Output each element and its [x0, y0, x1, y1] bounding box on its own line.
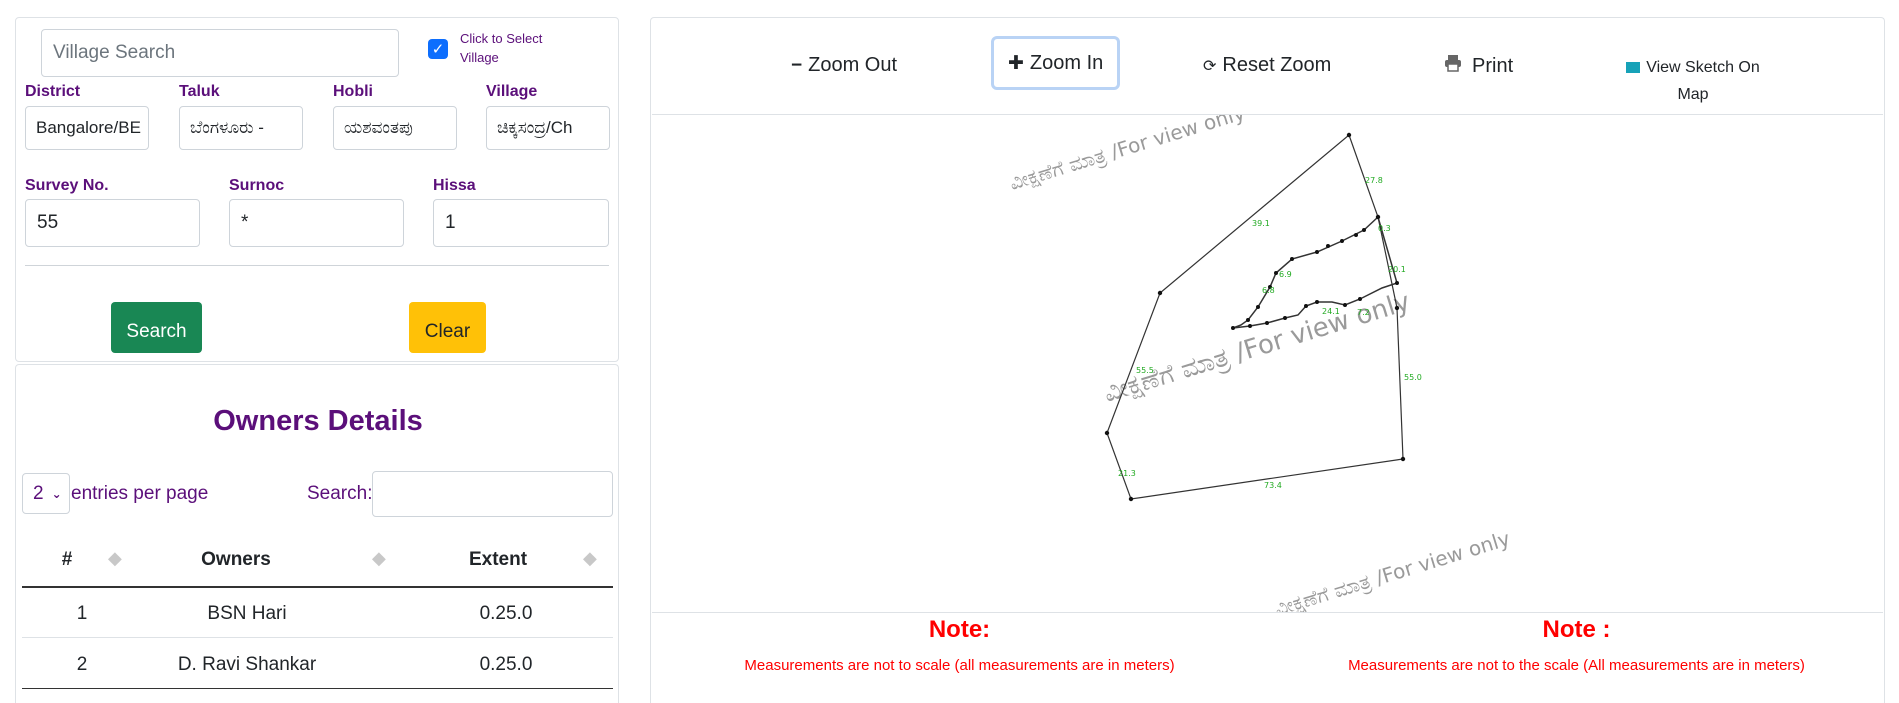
measurement-label: 73.4 — [1264, 481, 1282, 490]
district-label: District — [25, 83, 81, 100]
map-icon — [1626, 62, 1641, 73]
table-search-label: Search: — [307, 483, 373, 504]
search-button[interactable]: Search — [111, 302, 202, 353]
survey-label: Survey No. — [25, 177, 109, 194]
owner-extent: 0.25.0 — [479, 603, 533, 624]
hissa-label: Hissa — [433, 177, 476, 194]
village-search-input[interactable]: Village Search — [41, 29, 399, 77]
row-divider — [22, 688, 613, 689]
sort-icon[interactable]: ◆ — [108, 548, 122, 569]
row-divider — [22, 637, 613, 638]
entries-value: 2 — [33, 482, 44, 504]
entries-per-page-select[interactable]: 2 ⌄ — [22, 473, 70, 514]
zoom-in-button[interactable]: ✚ Zoom In — [991, 36, 1121, 90]
view-sketch-label: View Sketch On Map — [1646, 59, 1760, 103]
measurement-label: 39.1 — [1252, 219, 1270, 228]
surnoc-field[interactable]: * — [229, 199, 404, 247]
watermark-top: ವೀಕ್ಷಣೆಗೆ ಮಾತ್ರ /For view only — [1006, 115, 1248, 196]
village-label: Village — [486, 83, 538, 100]
header-divider — [22, 586, 613, 588]
note-left-text: Measurements are not to scale (all measu… — [744, 657, 1175, 674]
column-header-number[interactable]: # — [22, 549, 112, 571]
survey-number-field[interactable]: 55 — [25, 199, 200, 247]
owner-name: D. Ravi Shankar — [177, 654, 317, 675]
hobli-value: ಯಶವಂತಪು — [344, 118, 413, 137]
owner-extent: 0.25.0 — [479, 654, 533, 675]
note-right-text: Measurements are not to the scale (All m… — [1348, 657, 1805, 674]
sketch-svg: ವೀಕ್ಷಣೆಗೆ ಮಾತ್ರ /For view only ವೀಕ್ಷಣೆಗೆ… — [1006, 115, 1513, 612]
district-value: Bangalore/BE — [36, 118, 141, 137]
zoom-out-label: Zoom Out — [808, 54, 898, 76]
taluk-label: Taluk — [179, 83, 220, 100]
measurement-label: 55.0 — [1404, 373, 1422, 382]
village-value: ಚಿಕ್ಕಸಂದ್ರ/Ch — [497, 118, 573, 137]
view-sketch-on-map-button[interactable]: View Sketch On Map — [1623, 54, 1763, 108]
note-right-title: Note : — [1542, 616, 1611, 643]
hissa-field[interactable]: 1 — [433, 199, 609, 247]
select-village-label: Click to Select Village — [460, 31, 543, 65]
measurement-label: 20.1 — [1388, 265, 1406, 274]
watermark-center: ವೀಕ್ಷಣೆಗೆ ಮಾತ್ರ /For view only — [1100, 287, 1413, 409]
table-search-input[interactable] — [372, 471, 613, 517]
print-label: Print — [1472, 54, 1514, 77]
plus-icon: ✚ — [1008, 52, 1024, 74]
refresh-icon: ⟳ — [1203, 57, 1217, 75]
measurement-label: 21.3 — [1118, 469, 1136, 478]
note-left-title: Note: — [928, 616, 991, 643]
owners-title: Owners Details — [213, 405, 423, 437]
row-number: 1 — [76, 603, 88, 624]
clear-button[interactable]: Clear — [409, 302, 486, 353]
zoom-out-button[interactable]: − Zoom Out — [791, 54, 897, 77]
survey-number-value: 55 — [37, 212, 59, 233]
divider — [25, 265, 609, 266]
measurement-label: 55.5 — [1136, 366, 1154, 375]
owners-panel: Owners Details 2 ⌄ entries per page Sear… — [15, 364, 619, 703]
taluk-value: ಬೆಂಗಳೂರು - — [190, 118, 264, 137]
entries-label: entries per page — [71, 483, 209, 504]
measurement-label: 6.8 — [1262, 286, 1275, 295]
reset-zoom-button[interactable]: ⟳ Reset Zoom — [1203, 54, 1331, 77]
row-number: 2 — [76, 654, 88, 675]
column-header-extent[interactable]: Extent — [408, 549, 588, 571]
minus-icon: − — [791, 54, 803, 76]
chevron-down-icon: ⌄ — [51, 486, 62, 501]
hissa-value: 1 — [445, 212, 456, 233]
measurement-label: 27.8 — [1365, 176, 1383, 185]
surnoc-value: * — [241, 212, 249, 233]
owner-name: BSN Hari — [207, 603, 287, 624]
sort-icon[interactable]: ◆ — [372, 548, 386, 569]
surnoc-label: Surnoc — [229, 177, 285, 194]
hobli-label: Hobli — [333, 83, 373, 100]
measurement-label: 7.2 — [1357, 308, 1370, 317]
print-button[interactable]: Print — [1444, 54, 1513, 78]
village-field[interactable]: ಚಿಕ್ಕಸಂದ್ರ/Ch — [486, 106, 610, 150]
watermark-bottom: ವೀಕ್ಷಣೆಗೆ ಮಾತ್ರ /For view only — [1271, 526, 1513, 612]
reset-zoom-label: Reset Zoom — [1222, 54, 1332, 76]
hobli-field[interactable]: ಯಶವಂತಪು — [333, 106, 457, 150]
search-panel: Village Search ✓ Click to Select Village… — [15, 17, 619, 362]
sketch-canvas[interactable]: ವೀಕ್ಷಣೆಗೆ ಮಾತ್ರ /For view only ವೀಕ್ಷಣೆಗೆ… — [652, 114, 1883, 613]
printer-icon — [1444, 54, 1462, 78]
sketch-panel: − Zoom Out ✚ Zoom In ⟳ Reset Zoom Print … — [650, 17, 1885, 703]
district-field[interactable]: Bangalore/BE — [25, 106, 149, 150]
village-search-placeholder: Village Search — [53, 42, 176, 63]
measurement-label: 24.1 — [1322, 307, 1340, 316]
column-header-owners[interactable]: Owners — [136, 549, 336, 571]
zoom-in-label: Zoom In — [1029, 51, 1104, 74]
taluk-field[interactable]: ಬೆಂಗಳೂರು - — [179, 106, 303, 150]
measurement-label: 6.9 — [1279, 270, 1292, 279]
measurement-label: 0.3 — [1378, 224, 1391, 233]
sort-icon[interactable]: ◆ — [583, 548, 597, 569]
select-village-checkbox[interactable]: ✓ — [428, 39, 448, 59]
